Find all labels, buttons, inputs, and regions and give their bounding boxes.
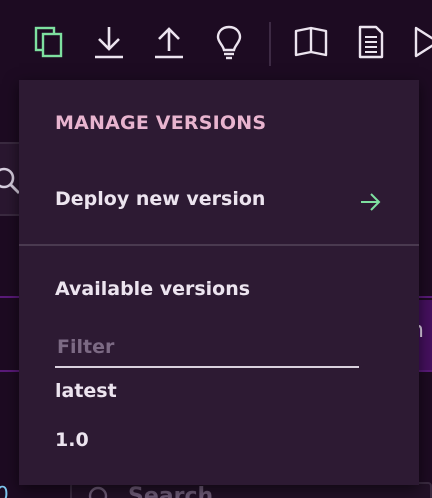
search-icon bbox=[86, 484, 114, 498]
lightbulb-icon bbox=[214, 24, 244, 64]
book-icon bbox=[294, 26, 328, 62]
download-button[interactable] bbox=[91, 24, 127, 64]
play-icon bbox=[412, 25, 432, 63]
download-icon bbox=[93, 25, 125, 63]
versions-button[interactable] bbox=[31, 24, 67, 64]
toolbar bbox=[0, 0, 432, 82]
background-number: 0 bbox=[0, 482, 9, 498]
tips-button[interactable] bbox=[211, 24, 247, 64]
upload-button[interactable] bbox=[151, 24, 187, 64]
deploy-new-version-button[interactable]: Deploy new version bbox=[19, 172, 419, 232]
version-item-latest[interactable]: latest bbox=[55, 380, 117, 402]
available-versions-heading: Available versions bbox=[55, 278, 251, 300]
manage-versions-popover: MANAGE VERSIONS Deploy new version Avail… bbox=[19, 80, 419, 485]
bottom-search-placeholder: Search bbox=[128, 484, 214, 498]
upload-icon bbox=[153, 25, 185, 63]
version-filter-input[interactable] bbox=[55, 324, 359, 368]
toolbar-separator bbox=[269, 22, 271, 66]
arrow-right-icon bbox=[359, 191, 383, 217]
version-item-1-0[interactable]: 1.0 bbox=[55, 429, 89, 451]
popover-divider bbox=[19, 244, 419, 246]
document-icon bbox=[357, 25, 385, 63]
docs-button[interactable] bbox=[293, 24, 329, 64]
deploy-new-version-label: Deploy new version bbox=[55, 188, 266, 210]
readme-button[interactable] bbox=[353, 24, 389, 64]
versions-icon bbox=[33, 25, 65, 63]
popover-heading: MANAGE VERSIONS bbox=[55, 112, 267, 134]
run-button[interactable] bbox=[412, 24, 432, 64]
